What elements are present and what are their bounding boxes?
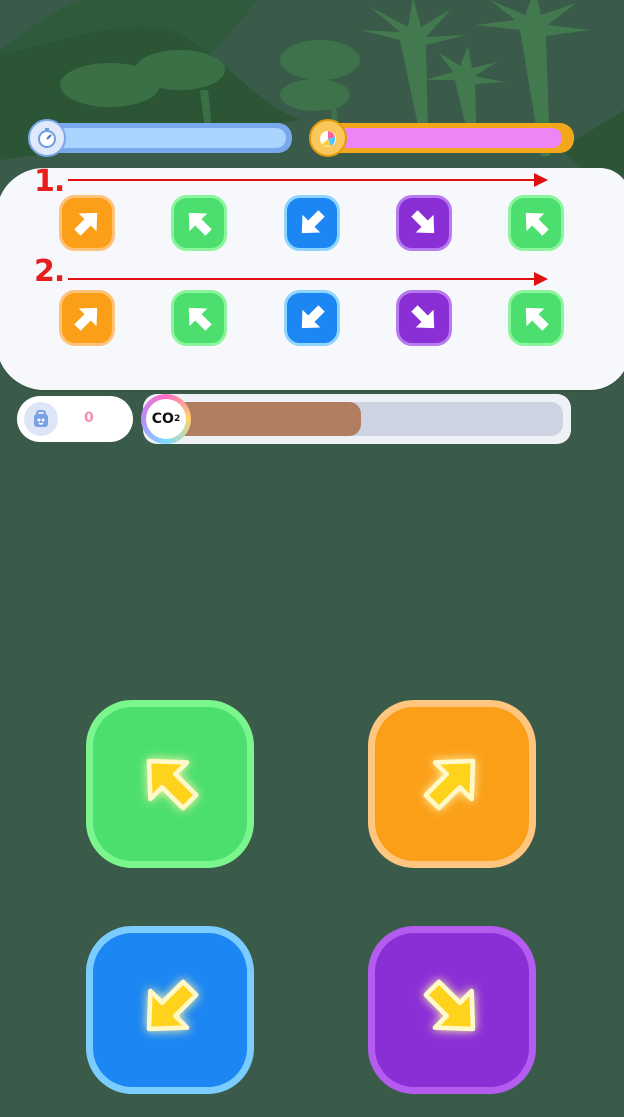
timer-bar-fill — [38, 128, 286, 148]
backpack-icon — [24, 402, 58, 436]
co2-subscript: 2 — [173, 414, 181, 424]
down-left-button[interactable] — [86, 926, 254, 1094]
up-right-button[interactable] — [368, 700, 536, 868]
co2-badge: CO 2 — [141, 394, 191, 444]
up-left-button[interactable] — [86, 700, 254, 868]
co2-track — [167, 402, 563, 436]
sequence-tile-up-left-icon — [508, 290, 564, 346]
down-left-arrow-icon — [133, 971, 207, 1049]
row-1-arrow — [68, 173, 548, 187]
co2-meter: CO 2 — [141, 394, 571, 444]
down-right-button[interactable] — [368, 926, 536, 1094]
sequence-tile-up-left-icon — [508, 195, 564, 251]
pepper-icon — [309, 119, 347, 157]
score-value: 0 — [84, 410, 94, 426]
power-bar — [309, 119, 574, 157]
sequence-tile-up-left-icon — [171, 195, 227, 251]
up-left-arrow-icon — [133, 745, 207, 823]
sequence-tile-up-right-icon — [59, 195, 115, 251]
sequence-tile-up-left-icon — [171, 290, 227, 346]
sequence-tile-down-right-icon — [396, 195, 452, 251]
sequence-tile-down-left-icon — [284, 290, 340, 346]
row-2-arrow — [68, 272, 548, 286]
up-right-arrow-icon — [415, 745, 489, 823]
sequence-tile-down-right-icon — [396, 290, 452, 346]
row-2-label: 2. — [34, 254, 65, 289]
score-pill: 0 — [17, 396, 133, 442]
stopwatch-icon — [28, 119, 66, 157]
down-right-arrow-icon — [415, 971, 489, 1049]
sequence-tile-up-right-icon — [59, 290, 115, 346]
sequence-tile-down-left-icon — [284, 195, 340, 251]
co2-label: CO — [151, 411, 174, 427]
game-scene: 1. 2. 0 CO 2 — [0, 0, 624, 1117]
power-bar-fill — [319, 128, 562, 148]
co2-fill — [167, 402, 362, 436]
timer-bar — [28, 119, 292, 157]
row-1-label: 1. — [34, 164, 65, 199]
